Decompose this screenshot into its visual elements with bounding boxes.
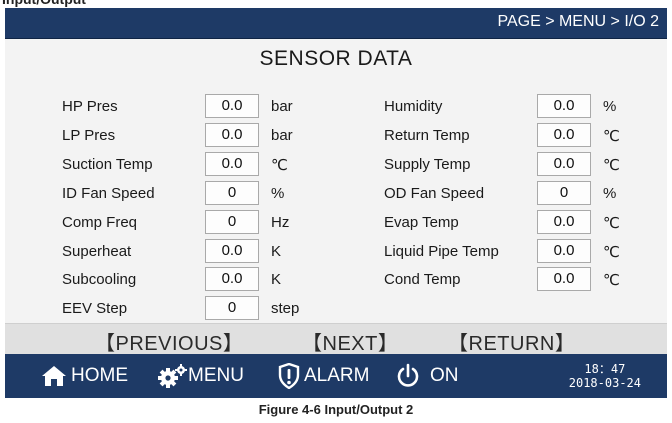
sensor-label: ID Fan Speed [62, 185, 155, 202]
figure-caption: Figure 4-6 Input/Output 2 [258, 402, 414, 417]
power-icon [396, 363, 420, 389]
sensor-value: 0 [537, 181, 591, 205]
sensor-value: 0.0 [537, 123, 591, 147]
alarm-label: ALARM [304, 365, 370, 386]
hmi-screen: PAGE > MENU > I/O 2 SENSOR DATA HP Pres … [5, 8, 667, 398]
sensor-row-od-fan-speed: OD Fan Speed 0 % [384, 181, 654, 205]
sensor-value: 0.0 [537, 239, 591, 263]
sensor-row-liquid-pipe-temp: Liquid Pipe Temp 0.0 ℃ [384, 239, 654, 263]
menu-label: MENU [188, 365, 244, 386]
sensor-row-supply-temp: Supply Temp 0.0 ℃ [384, 152, 654, 176]
sensor-value: 0.0 [537, 267, 591, 291]
clock: 18：47 2018-03-24 [569, 362, 641, 390]
bottom-bar: HOME MENU ALARM ON 18：47 2018-03-24 [5, 354, 667, 398]
sensor-value: 0.0 [205, 239, 259, 263]
sensor-row-humidity: Humidity 0.0 % [384, 94, 654, 118]
sensor-row-id-fan-speed: ID Fan Speed 0 % [62, 181, 362, 205]
breadcrumb: PAGE > MENU > I/O 2 [497, 13, 659, 30]
sensor-row-lp-pres: LP Pres 0.0 bar [62, 123, 362, 147]
clock-time: 18：47 [584, 362, 626, 376]
sensor-unit: % [603, 185, 617, 202]
clock-date: 2018-03-24 [568, 376, 641, 390]
power-button[interactable]: ON [396, 354, 459, 398]
sensor-value: 0 [205, 210, 259, 234]
sensor-unit: bar [271, 127, 293, 144]
sensor-label: Superheat [62, 243, 132, 260]
sensor-label: Supply Temp [384, 156, 471, 173]
sensor-label: EEV Step [62, 300, 128, 317]
sensor-unit: ℃ [603, 128, 620, 145]
sensor-value: 0.0 [205, 94, 259, 118]
power-label: ON [430, 365, 459, 386]
sensor-row-hp-pres: HP Pres 0.0 bar [62, 94, 362, 118]
sensor-row-evap-temp: Evap Temp 0.0 ℃ [384, 210, 654, 234]
sensor-row-comp-freq: Comp Freq 0 Hz [62, 210, 362, 234]
sensor-value: 0 [205, 296, 259, 320]
sensor-unit: ℃ [603, 272, 620, 289]
top-bar: PAGE > MENU > I/O 2 [5, 8, 667, 39]
sensor-value: 0.0 [537, 94, 591, 118]
sensor-value: 0.0 [537, 210, 591, 234]
sensor-unit: ℃ [603, 215, 620, 232]
sensor-unit: K [271, 271, 282, 288]
sensor-label: OD Fan Speed [384, 185, 485, 202]
alarm-shield-icon [278, 363, 300, 389]
sensor-label: Cond Temp [384, 271, 461, 288]
sensor-label: LP Pres [62, 127, 116, 144]
sensor-label: Comp Freq [62, 214, 138, 231]
sensor-row-cond-temp: Cond Temp 0.0 ℃ [384, 267, 654, 291]
page-title: SENSOR DATA [259, 47, 413, 70]
cropped-previous-caption: Input/Output [0, 0, 672, 8]
sensor-value: 0.0 [205, 267, 259, 291]
sensor-unit: ℃ [603, 157, 620, 174]
sensor-row-suction-temp: Suction Temp 0.0 ℃ [62, 152, 362, 176]
home-button[interactable]: HOME [41, 354, 128, 398]
sensor-data-panel: SENSOR DATA HP Pres 0.0 bar LP Pres 0.0 … [5, 39, 667, 323]
sensor-label: Return Temp [384, 127, 470, 144]
sensor-label: HP Pres [62, 98, 118, 115]
return-button[interactable]: 【RETURN】 [448, 327, 575, 356]
sensor-unit: step [271, 300, 300, 317]
sensor-row-eev-step: EEV Step 0 step [62, 296, 362, 320]
sensor-value: 0 [205, 181, 259, 205]
home-label: HOME [71, 365, 128, 386]
sensor-unit: Hz [271, 214, 290, 231]
sensor-row-superheat: Superheat 0.0 K [62, 239, 362, 263]
sensor-unit: ℃ [271, 157, 288, 174]
sensor-unit: % [603, 98, 617, 115]
sensor-row-return-temp: Return Temp 0.0 ℃ [384, 123, 654, 147]
sensor-value: 0.0 [537, 152, 591, 176]
sensor-unit: % [271, 185, 285, 202]
next-button[interactable]: 【NEXT】 [302, 327, 398, 356]
sensor-label: Evap Temp [384, 214, 459, 231]
sensor-unit: bar [271, 98, 293, 115]
sensor-value: 0.0 [205, 123, 259, 147]
gears-icon [157, 364, 187, 388]
sensor-label: Humidity [384, 98, 443, 115]
sensor-label: Subcooling [62, 271, 137, 288]
sensor-unit: K [271, 243, 282, 260]
sensor-label: Liquid Pipe Temp [384, 243, 499, 260]
sensor-row-subcooling: Subcooling 0.0 K [62, 267, 362, 291]
page-nav-bar: 【PREVIOUS】 【NEXT】 【RETURN】 [5, 323, 667, 356]
previous-button[interactable]: 【PREVIOUS】 [95, 327, 243, 356]
sensor-value: 0.0 [205, 152, 259, 176]
sensor-unit: ℃ [603, 244, 620, 261]
sensor-label: Suction Temp [62, 156, 153, 173]
alarm-button[interactable]: ALARM [278, 354, 369, 398]
home-icon [41, 365, 67, 387]
menu-button[interactable]: MENU [157, 354, 244, 398]
